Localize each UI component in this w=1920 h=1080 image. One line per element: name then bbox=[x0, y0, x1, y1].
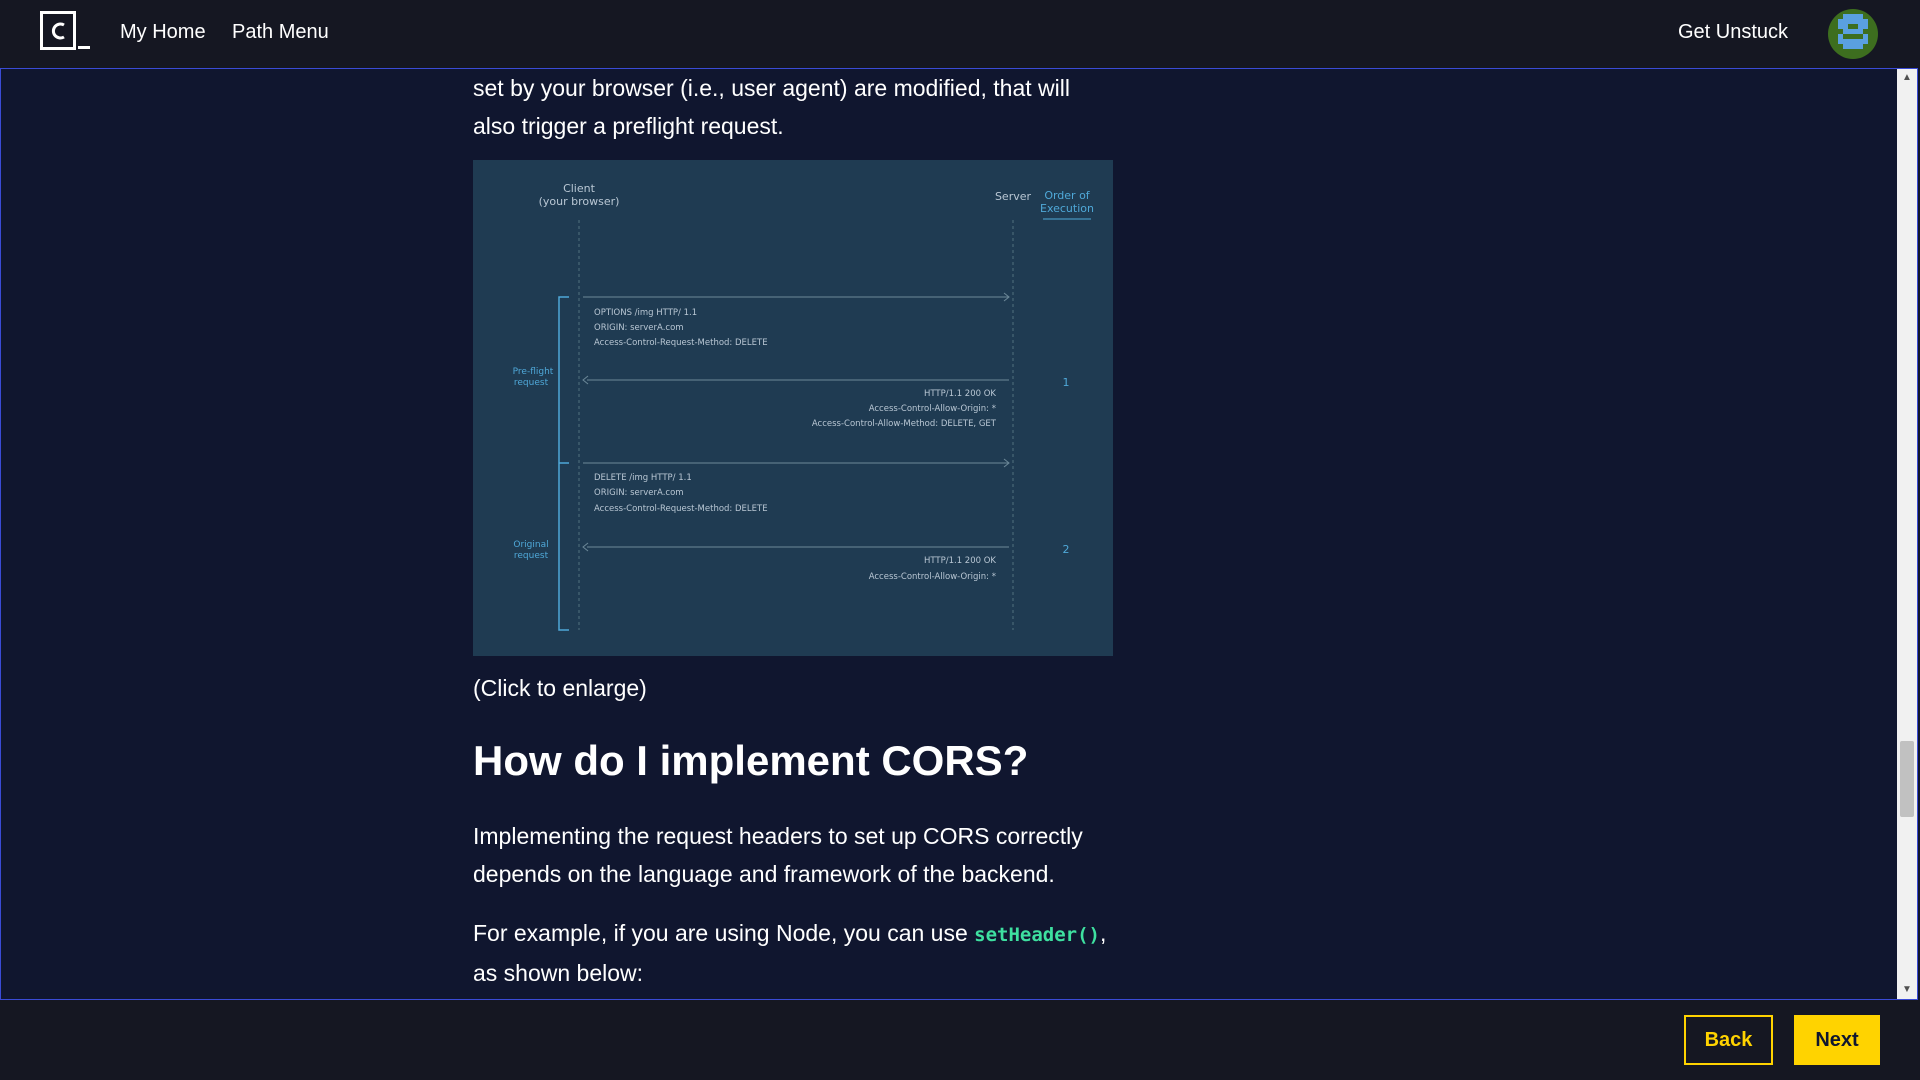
example-paragraph: For example, if you are using Node, you … bbox=[473, 914, 1113, 992]
codecademy-logo-icon[interactable] bbox=[40, 11, 90, 51]
cors-preflight-diagram[interactable]: Client (your browser) Server Order of Ex… bbox=[473, 160, 1113, 656]
get-unstuck-button[interactable]: Get Unstuck bbox=[1678, 21, 1788, 44]
section-heading: How do I implement CORS? bbox=[473, 737, 1029, 784]
original-label-line2: request bbox=[514, 551, 549, 561]
user-avatar[interactable] bbox=[1828, 9, 1878, 59]
preflight-label-line2: request bbox=[514, 378, 549, 388]
preflight-label-line1: Pre-flight bbox=[513, 367, 554, 377]
top-navigation-bar: My Home Path Menu Get Unstuck bbox=[0, 0, 1920, 68]
req1-line3: Access-Control-Request-Method: DELETE bbox=[594, 338, 768, 348]
res1-line1: HTTP/1.1 200 OK bbox=[924, 389, 996, 399]
figure-caption[interactable]: (Click to enlarge) bbox=[473, 675, 647, 702]
original-label-line1: Original bbox=[513, 540, 548, 550]
nav-my-home-link[interactable]: My Home bbox=[120, 21, 206, 44]
next-button[interactable]: Next bbox=[1794, 1015, 1880, 1065]
implementing-paragraph: Implementing the request headers to set … bbox=[473, 823, 1083, 887]
order-label-line1: Order of bbox=[1044, 189, 1090, 202]
step-number-2: 2 bbox=[1063, 543, 1070, 556]
req2-line2: ORIGIN: serverA.com bbox=[594, 488, 684, 498]
req2-line3: Access-Control-Request-Method: DELETE bbox=[594, 504, 768, 514]
res1-line2: Access-Control-Allow-Origin: * bbox=[869, 404, 996, 414]
scroll-down-arrow-icon[interactable]: ▼ bbox=[1897, 981, 1917, 999]
res2-line2: Access-Control-Allow-Origin: * bbox=[869, 572, 996, 582]
req1-line1: OPTIONS /img HTTP/ 1.1 bbox=[594, 308, 697, 318]
order-label-line2: Execution bbox=[1040, 202, 1094, 215]
scroll-up-arrow-icon[interactable]: ▲ bbox=[1897, 69, 1917, 87]
req2-line1: DELETE /img HTTP/ 1.1 bbox=[594, 473, 692, 483]
lesson-footer-bar: Back Next bbox=[0, 1000, 1920, 1080]
vertical-scrollbar[interactable]: ▲ ▼ bbox=[1897, 69, 1917, 999]
client-sublabel: (your browser) bbox=[539, 195, 620, 208]
step-number-1: 1 bbox=[1063, 376, 1070, 389]
res2-line1: HTTP/1.1 200 OK bbox=[924, 556, 996, 566]
server-label: Server bbox=[995, 190, 1032, 203]
back-button[interactable]: Back bbox=[1684, 1015, 1773, 1065]
req1-line2: ORIGIN: serverA.com bbox=[594, 323, 684, 333]
res1-line3: Access-Control-Allow-Method: DELETE, GET bbox=[812, 419, 997, 429]
intro-paragraph: set by your browser (i.e., user agent) a… bbox=[473, 75, 1070, 139]
scrollbar-thumb[interactable] bbox=[1900, 741, 1914, 817]
client-label: Client bbox=[563, 182, 596, 195]
inline-code-setheader: setHeader() bbox=[974, 924, 1101, 946]
nav-path-menu-link[interactable]: Path Menu bbox=[232, 21, 329, 44]
lesson-content-panel: set by your browser (i.e., user agent) a… bbox=[0, 68, 1918, 1000]
example-prefix: For example, if you are using Node, you … bbox=[473, 920, 975, 946]
